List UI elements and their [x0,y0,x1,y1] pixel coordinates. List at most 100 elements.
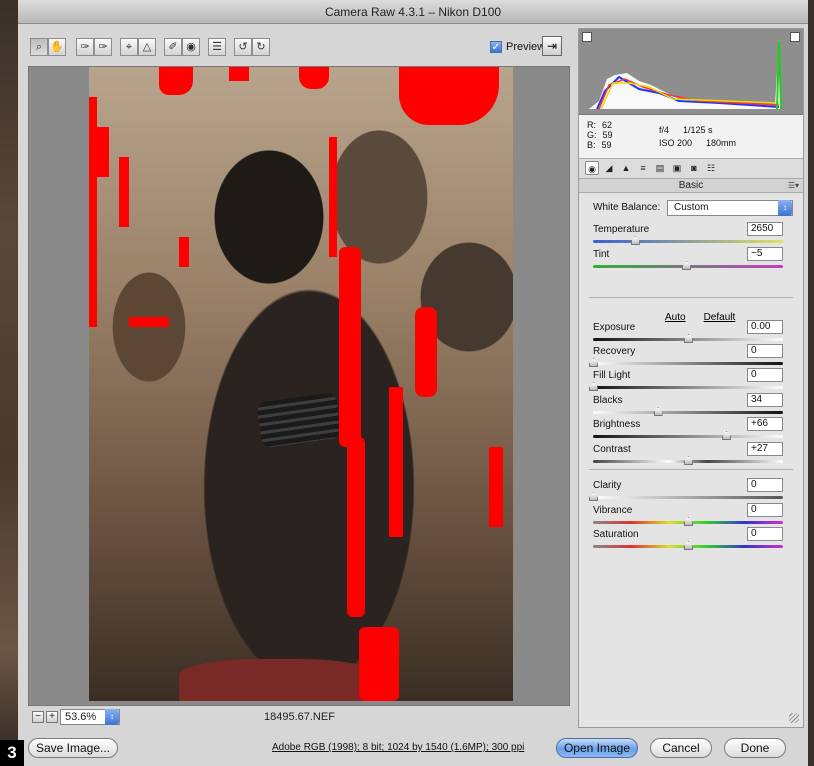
preview-checkbox[interactable]: ✓ [490,41,502,53]
divider [589,297,793,298]
saturation-thumb[interactable] [684,541,693,550]
preview-photo[interactable] [89,67,513,701]
fill_light-thumb[interactable] [589,382,598,391]
resize-grip-icon[interactable] [789,713,799,723]
zoom-in-button[interactable]: + [46,711,58,723]
tint-label: Tint [593,249,610,260]
hand-icon[interactable]: ✋ [48,38,66,56]
tone-curve-tab-icon[interactable]: ◢ [602,161,616,175]
slider-vibrance: Vibrance 0 [593,503,783,529]
armband-detail [256,391,342,449]
white-balance-label: White Balance: [593,202,661,213]
slider-saturation: Saturation 0 [593,527,783,553]
slider-brightness: Brightness +66 [593,417,783,443]
highlight-clipping-mask [179,237,189,267]
saturation-value-field[interactable]: 0 [747,527,783,541]
detail-tab-icon[interactable]: ▲ [619,161,633,175]
exposure-thumb[interactable] [684,334,693,343]
slider-exposure: Exposure 0.00 [593,320,783,346]
slider-clarity: Clarity 0 [589,478,783,504]
fill_light-track[interactable] [593,386,783,389]
tint-value-field[interactable]: −5 [747,247,783,261]
temperature-value-field[interactable]: 2650 [747,222,783,236]
iso: ISO 200 [659,138,693,148]
zoom-level-select[interactable]: 53.6% ↕ [60,709,120,725]
white-balance-row: White Balance: Custom ↕ [593,200,793,216]
recovery-track[interactable] [593,362,783,365]
rotate-cw-icon[interactable]: ↻ [252,38,270,56]
image-preview-area[interactable] [28,66,570,706]
blacks-label: Blacks [593,395,623,406]
lens-corrections-tab-icon[interactable]: ▣ [670,161,684,175]
toolbar: ✓ Preview ⇥ ⌕ ✋ ✑ ✑ ⌖ △ ✐ ◉ ☰ ↺ ↻ [18,24,576,66]
contrast-value-field[interactable]: +27 [747,442,783,456]
red-eye-icon[interactable]: ◉ [182,38,200,56]
select-arrows-icon: ↕ [778,200,792,216]
straighten-icon[interactable]: △ [138,38,156,56]
temperature-thumb[interactable] [630,236,640,245]
cancel-button[interactable]: Cancel [650,738,712,758]
exposure-value-field[interactable]: 0.00 [747,320,783,334]
blacks-track[interactable] [593,411,783,414]
zoom-icon[interactable]: ⌕ [30,38,48,56]
aperture: f/4 [659,125,670,135]
workflow-options-link[interactable]: Adobe RGB (1998); 8 bit; 1024 by 1540 (1… [272,742,524,753]
preferences-icon[interactable]: ☰ [208,38,226,56]
slider-contrast: Contrast +27 [593,442,783,468]
temperature-track[interactable] [593,240,783,243]
tint-thumb[interactable] [682,261,692,270]
split-toning-tab-icon[interactable]: ▤ [653,161,667,175]
recovery-thumb[interactable] [589,358,598,367]
clarity-value-field[interactable]: 0 [747,478,783,492]
highlight-clipping-mask [489,447,503,527]
hsl-tab-icon[interactable]: ≡ [636,161,650,175]
crop-icon[interactable]: ⌖ [120,38,138,56]
highlight-clipping-mask [415,307,437,397]
vibrance-value-field[interactable]: 0 [747,503,783,517]
brightness-value-field[interactable]: +66 [747,417,783,431]
basic-tab-icon[interactable]: ◉ [585,161,599,175]
zoom-out-button[interactable]: − [32,711,44,723]
open-image-button[interactable]: Open Image [556,738,638,758]
g-label: G: [587,130,597,140]
camera-info: f/4 1/125 s ISO 200 180mm [659,124,736,150]
b-value: 59 [601,140,612,150]
highlight-clipping-mask [119,157,129,227]
presets-tab-icon[interactable]: ☷ [704,161,718,175]
blacks-thumb[interactable] [653,407,663,416]
color-sampler-icon[interactable]: ✑ [94,38,112,56]
white-balance-select[interactable]: Custom ↕ [667,200,793,216]
contrast-thumb[interactable] [684,456,693,465]
rotate-ccw-icon[interactable]: ↺ [234,38,252,56]
highlight-clipping-mask [229,67,249,81]
vibrance-thumb[interactable] [684,517,693,526]
temperature-label: Temperature [593,224,650,235]
clarity-thumb[interactable] [589,492,598,501]
blacks-value-field[interactable]: 34 [747,393,783,407]
brightness-thumb[interactable] [722,431,731,440]
white-balance-value: Custom [674,202,709,213]
retouch-icon[interactable]: ✐ [164,38,182,56]
contrast-label: Contrast [593,444,631,455]
preview-toggle[interactable]: ✓ Preview [490,38,545,56]
fullscreen-button[interactable]: ⇥ [542,36,562,56]
recovery-value-field[interactable]: 0 [747,344,783,358]
background-photo-right [808,0,814,766]
fill_light-value-field[interactable]: 0 [747,368,783,382]
highlight-clipping-mask [339,247,361,447]
bottom-bar: Save Image... Adobe RGB (1998); 8 bit; 1… [18,730,808,766]
brightness-label: Brightness [593,419,641,430]
white-balance-eyedropper-icon[interactable]: ✑ [76,38,94,56]
dialog-body: ✓ Preview ⇥ ⌕ ✋ ✑ ✑ ⌖ △ ✐ ◉ ☰ ↺ ↻ − + 53… [18,24,808,766]
slider-tint: Tint −5 [593,247,783,273]
window-title: Camera Raw 4.3.1 – Nikon D100 [18,0,808,24]
save-image-button[interactable]: Save Image... [28,738,118,758]
panel-menu-icon[interactable]: ☰▾ [788,179,799,193]
brightness-track[interactable] [593,435,783,438]
panel-tabs: ◉ ◢ ▲ ≡ ▤ ▣ ◙ ☷ [579,159,803,179]
camera-calibration-tab-icon[interactable]: ◙ [687,161,701,175]
focal-length: 180mm [706,138,737,148]
done-button[interactable]: Done [724,738,786,758]
clarity-track[interactable] [593,496,783,499]
preview-label: Preview [506,41,546,53]
